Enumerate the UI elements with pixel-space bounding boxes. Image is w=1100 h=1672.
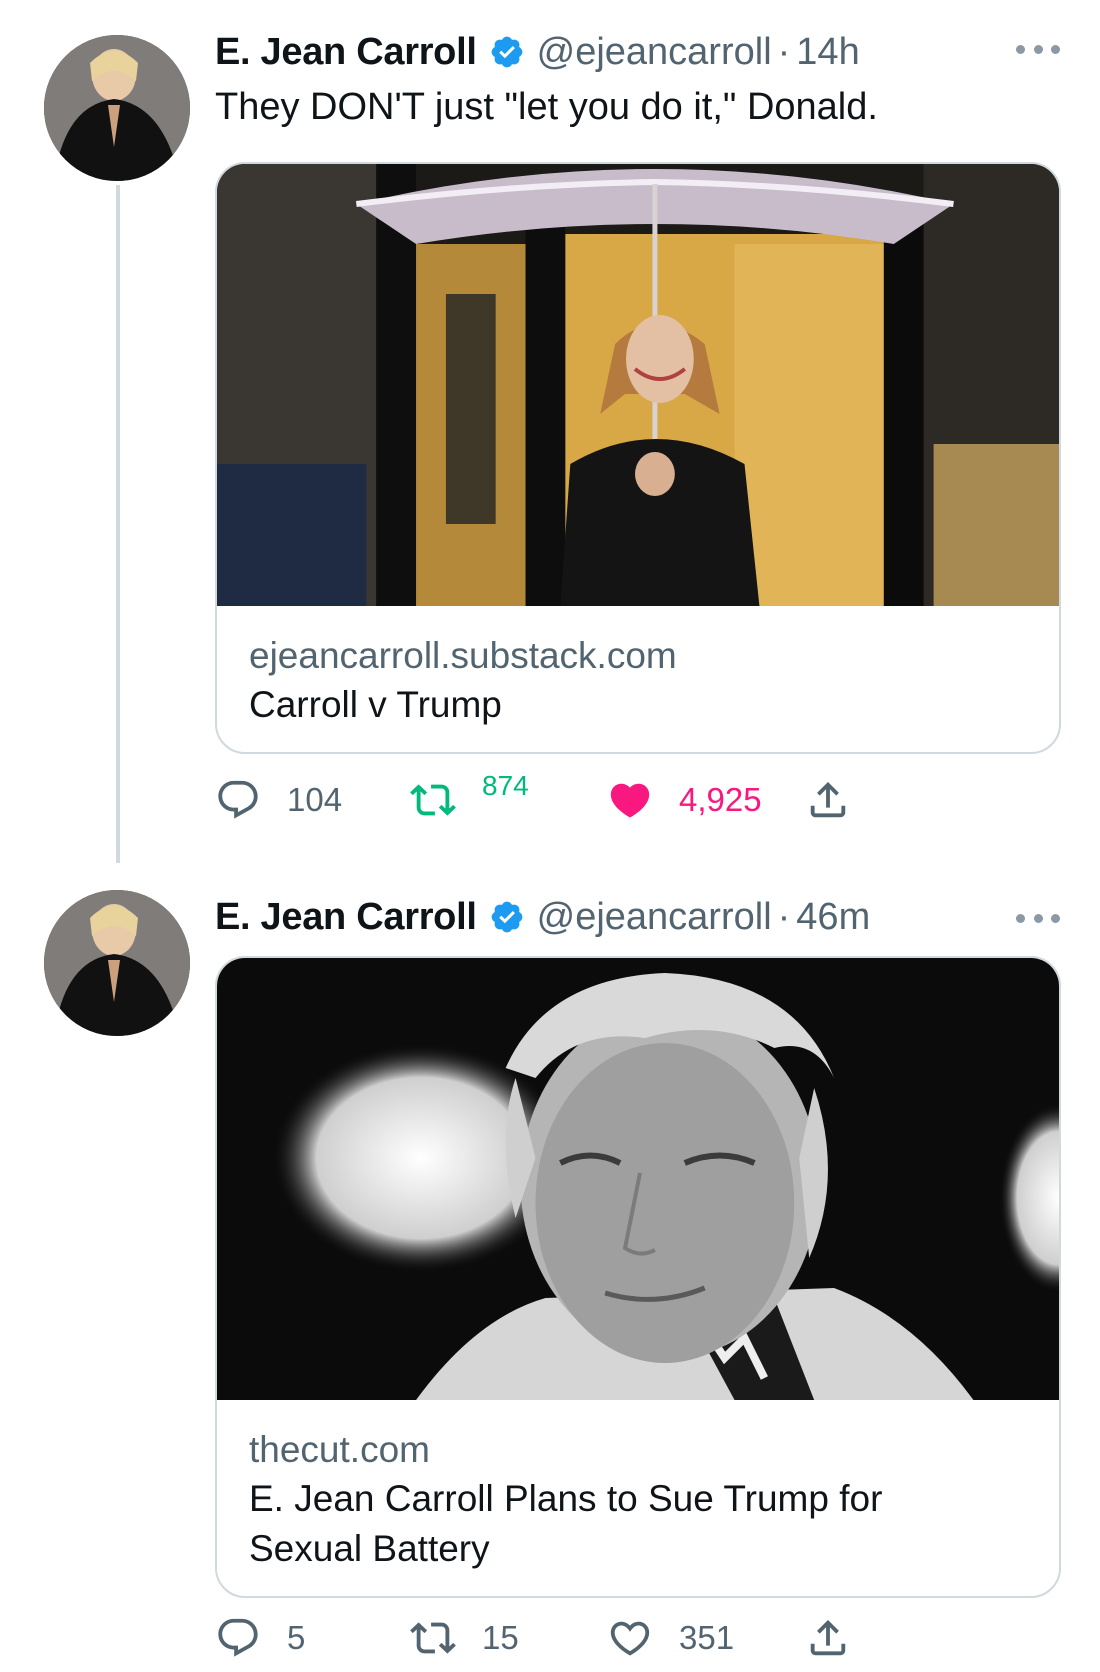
verified-badge-icon — [491, 36, 522, 68]
link-card[interactable]: ejeancarroll.substack.com Carroll v Trum… — [215, 162, 1061, 754]
like-icon — [610, 1621, 650, 1656]
reply-count: 5 — [287, 1619, 306, 1656]
retweet-icon — [410, 784, 456, 816]
retweet-count: 15 — [482, 1619, 519, 1656]
reply-button[interactable]: 5 — [215, 1608, 305, 1668]
tweet-header: E. Jean Carroll @ejeancarroll · 46m — [215, 892, 870, 942]
card-image — [217, 958, 1059, 1400]
retweet-button[interactable]: 874 — [410, 770, 529, 830]
like-button[interactable]: 4,925 — [607, 770, 762, 830]
like-count: 351 — [679, 1619, 735, 1656]
card-domain: thecut.com — [249, 1429, 430, 1470]
share-button[interactable] — [805, 1608, 851, 1668]
separator-dot: · — [777, 30, 791, 73]
share-icon — [810, 781, 846, 818]
author-name[interactable]: E. Jean Carroll — [215, 31, 477, 74]
retweet-button[interactable]: 15 — [410, 1608, 519, 1668]
reply-icon — [218, 780, 258, 819]
share-button[interactable] — [805, 770, 851, 830]
card-title: Carroll v Trump — [249, 684, 502, 725]
reply-count: 104 — [287, 781, 343, 818]
like-count: 4,925 — [679, 781, 762, 818]
card-domain: ejeancarroll.substack.com — [249, 635, 677, 676]
tweet-1[interactable]: E. Jean Carroll @ejeancarroll · 14h They… — [0, 0, 1100, 860]
link-card[interactable]: thecut.com E. Jean Carroll Plans to Sue … — [215, 956, 1061, 1598]
tweet-timestamp[interactable]: 14h — [796, 31, 859, 74]
like-button[interactable]: 351 — [607, 1608, 734, 1668]
tweet-text: They DON'T just "let you do it," Donald. — [215, 86, 878, 128]
tweet-2[interactable]: E. Jean Carroll @ejeancarroll · 46m thec… — [0, 860, 1100, 1672]
more-icon[interactable] — [1016, 43, 1060, 55]
tweet-header: E. Jean Carroll @ejeancarroll · 14h — [215, 27, 860, 77]
author-avatar[interactable] — [44, 890, 190, 1036]
reply-icon — [218, 1618, 258, 1657]
card-image — [217, 164, 1059, 606]
author-name[interactable]: E. Jean Carroll — [215, 896, 477, 939]
retweet-count: 874 — [482, 770, 529, 801]
like-icon — [610, 783, 650, 818]
retweet-icon — [410, 1622, 456, 1654]
reply-button[interactable]: 104 — [215, 770, 342, 830]
author-handle[interactable]: @ejeancarroll — [537, 896, 772, 939]
card-title: E. Jean Carroll Plans to Sue Trump for S… — [249, 1478, 883, 1569]
separator-dot: · — [777, 895, 791, 938]
tweet-timestamp[interactable]: 46m — [796, 896, 870, 939]
share-icon — [810, 1619, 846, 1656]
tweet-actions: 5 15 351 — [215, 1608, 935, 1668]
more-icon[interactable] — [1016, 912, 1060, 924]
tweet-actions: 104 874 4,925 — [215, 770, 935, 830]
author-avatar[interactable] — [44, 35, 190, 181]
verified-badge-icon — [491, 901, 522, 933]
author-handle[interactable]: @ejeancarroll — [537, 31, 772, 74]
